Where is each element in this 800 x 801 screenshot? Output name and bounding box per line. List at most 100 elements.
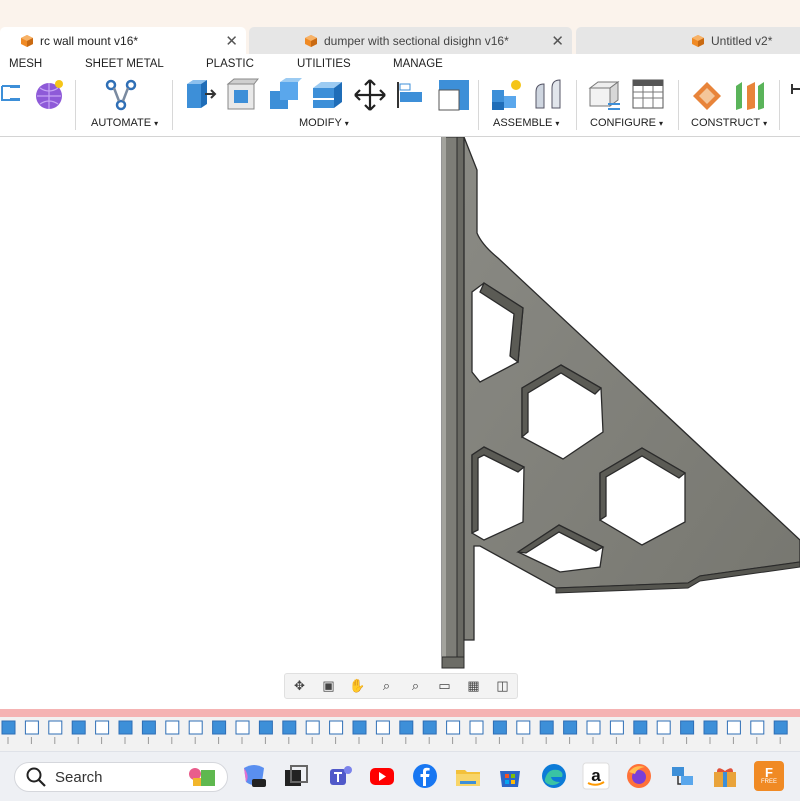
modify-dropdown[interactable]: MODIFY ▾ bbox=[299, 117, 349, 129]
timeline-feature-icon[interactable] bbox=[492, 720, 507, 744]
store-icon[interactable] bbox=[496, 762, 524, 790]
timeline-feature-icon[interactable] bbox=[118, 720, 133, 744]
timeline-feature-icon[interactable] bbox=[212, 720, 227, 744]
toolbar-separator bbox=[75, 80, 76, 130]
hierarchy-icon[interactable] bbox=[0, 78, 34, 112]
tab-dumper[interactable]: dumper with sectional disighn v16* ✕ bbox=[249, 27, 572, 54]
timeline-feature-icon[interactable] bbox=[680, 720, 695, 744]
tab-rc-wall-mount[interactable]: rc wall mount v16* ✕ bbox=[0, 27, 246, 54]
timeline-feature-icon[interactable] bbox=[516, 720, 531, 744]
timeline-feature-icon[interactable] bbox=[1, 720, 16, 744]
automate-dropdown[interactable]: AUTOMATE ▾ bbox=[91, 117, 158, 129]
timeline-feature-icon[interactable] bbox=[235, 720, 250, 744]
toolbar-separator bbox=[678, 80, 679, 130]
network-icon[interactable] bbox=[668, 762, 696, 790]
mesh-sphere-icon[interactable] bbox=[32, 78, 66, 112]
joint-icon[interactable] bbox=[532, 78, 566, 112]
grid-icon[interactable]: ▦ bbox=[463, 677, 485, 695]
timeline-feature-icon[interactable] bbox=[71, 720, 86, 744]
press-pull-icon[interactable] bbox=[183, 78, 217, 112]
scale-icon[interactable] bbox=[437, 78, 471, 112]
construct-dropdown[interactable]: CONSTRUCT ▾ bbox=[691, 117, 767, 129]
timeline-features[interactable] bbox=[0, 717, 800, 751]
timeline-feature-icon[interactable] bbox=[539, 720, 554, 744]
task-view-icon[interactable] bbox=[282, 762, 310, 790]
taskbar-search-box[interactable]: Search bbox=[14, 762, 228, 792]
timeline-feature-icon[interactable] bbox=[258, 720, 273, 744]
shell-icon[interactable] bbox=[310, 78, 344, 112]
menu-manage[interactable]: MANAGE bbox=[393, 58, 443, 70]
automate-icon[interactable] bbox=[104, 78, 138, 112]
timeline-feature-icon[interactable] bbox=[188, 720, 203, 744]
group-label: AUTOMATE bbox=[91, 117, 152, 129]
timeline-feature-icon[interactable] bbox=[773, 720, 788, 744]
display-settings-icon[interactable]: ▭ bbox=[434, 677, 456, 695]
menu-mesh[interactable]: MESH bbox=[9, 58, 42, 70]
amazon-icon[interactable]: a bbox=[582, 762, 610, 790]
teams-icon[interactable] bbox=[326, 762, 354, 790]
midplane-icon[interactable] bbox=[733, 78, 767, 112]
tab-title: dumper with sectional disighn v16* bbox=[324, 33, 509, 48]
timeline-feature-icon[interactable] bbox=[141, 720, 156, 744]
tab-untitled[interactable]: Untitled v2* bbox=[576, 27, 800, 54]
timeline-feature-icon[interactable] bbox=[165, 720, 180, 744]
group-label: MODIFY bbox=[299, 117, 342, 129]
offset-plane-icon[interactable] bbox=[690, 78, 724, 112]
timeline-feature-icon[interactable] bbox=[95, 720, 110, 744]
design-timeline[interactable] bbox=[0, 717, 800, 751]
timeline-feature-icon[interactable] bbox=[422, 720, 437, 744]
parameters-icon[interactable] bbox=[588, 78, 622, 112]
timeline-feature-icon[interactable] bbox=[399, 720, 414, 744]
configure-dropdown[interactable]: CONFIGURE ▾ bbox=[590, 117, 663, 129]
tab-close-icon[interactable]: ✕ bbox=[225, 32, 238, 50]
timeline-feature-icon[interactable] bbox=[352, 720, 367, 744]
timeline-feature-icon[interactable] bbox=[446, 720, 461, 744]
look-at-icon[interactable]: ▣ bbox=[318, 677, 340, 695]
configure-table-icon[interactable] bbox=[631, 78, 665, 112]
timeline-feature-icon[interactable] bbox=[375, 720, 390, 744]
youtube-icon[interactable] bbox=[368, 762, 396, 790]
timeline-feature-icon[interactable] bbox=[563, 720, 578, 744]
timeline-feature-icon[interactable] bbox=[609, 720, 624, 744]
menu-utilities[interactable]: UTILITIES bbox=[297, 58, 351, 70]
zoom-icon[interactable]: ⌕ bbox=[376, 677, 398, 695]
timeline-feature-icon[interactable] bbox=[24, 720, 39, 744]
timeline-feature-icon[interactable] bbox=[329, 720, 344, 744]
timeline-feature-icon[interactable] bbox=[48, 720, 63, 744]
viewports-icon[interactable]: ◫ bbox=[492, 677, 514, 695]
fusion-letter: F bbox=[765, 765, 773, 780]
fusion-icon[interactable]: F FREE bbox=[754, 761, 784, 791]
timeline-feature-icon[interactable] bbox=[305, 720, 320, 744]
assemble-dropdown[interactable]: ASSEMBLE ▾ bbox=[493, 117, 559, 129]
timeline-feature-icon[interactable] bbox=[726, 720, 741, 744]
timeline-feature-icon[interactable] bbox=[282, 720, 297, 744]
file-explorer-icon[interactable] bbox=[454, 762, 482, 790]
toolbar-separator bbox=[172, 80, 173, 130]
timeline-feature-icon[interactable] bbox=[703, 720, 718, 744]
timeline-feature-icon[interactable] bbox=[656, 720, 671, 744]
timeline-feature-icon[interactable] bbox=[750, 720, 765, 744]
move-icon[interactable] bbox=[353, 78, 387, 112]
gift-icon[interactable] bbox=[711, 762, 739, 790]
facebook-icon[interactable] bbox=[411, 762, 439, 790]
wall-mount-bracket-model[interactable] bbox=[0, 136, 800, 707]
timeline-feature-icon[interactable] bbox=[469, 720, 484, 744]
zoom-window-icon[interactable]: ⌕ bbox=[405, 677, 427, 695]
copilot-icon[interactable] bbox=[240, 762, 268, 790]
align-icon[interactable] bbox=[395, 78, 429, 112]
timeline-feature-icon[interactable] bbox=[586, 720, 601, 744]
orbit-icon[interactable]: ✥ bbox=[289, 677, 311, 695]
combine-icon[interactable] bbox=[268, 78, 302, 112]
fusion-badge: FREE bbox=[760, 779, 777, 785]
menu-sheet-metal[interactable]: SHEET METAL bbox=[85, 58, 164, 70]
menu-plastic[interactable]: PLASTIC bbox=[206, 58, 254, 70]
edge-icon[interactable] bbox=[540, 762, 568, 790]
timeline-feature-icon[interactable] bbox=[633, 720, 648, 744]
tab-close-icon[interactable]: ✕ bbox=[551, 32, 564, 50]
pan-icon[interactable]: ✋ bbox=[347, 677, 369, 695]
firefox-icon[interactable] bbox=[625, 762, 653, 790]
design-canvas[interactable] bbox=[0, 136, 800, 707]
new-component-icon[interactable] bbox=[490, 78, 524, 112]
inspect-icon[interactable] bbox=[788, 78, 800, 112]
fillet-icon[interactable] bbox=[225, 78, 259, 112]
